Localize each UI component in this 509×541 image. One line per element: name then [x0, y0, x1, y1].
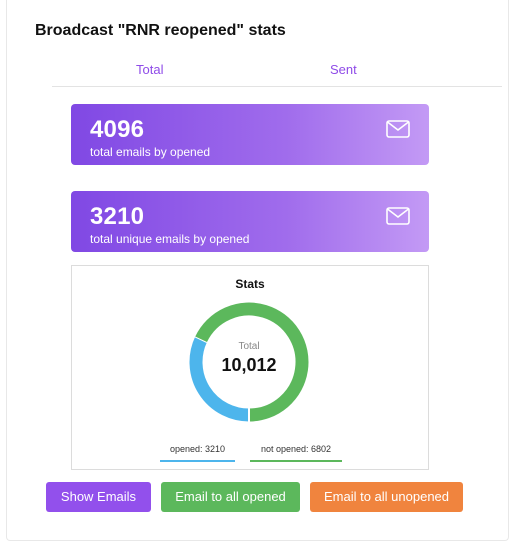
tab-bar: Total Sent: [52, 58, 502, 87]
legend-item-opened[interactable]: opened: 3210: [160, 444, 235, 462]
page-title: Broadcast "RNR reopened" stats: [35, 22, 286, 39]
legend-item-not-opened[interactable]: not opened: 6802: [250, 444, 342, 462]
mail-icon: [386, 120, 410, 138]
email-all-opened-button[interactable]: Email to all opened: [161, 482, 300, 512]
stat-label: total emails by opened: [90, 145, 211, 159]
stat-label: total unique emails by opened: [90, 232, 250, 246]
email-all-unopened-button[interactable]: Email to all unopened: [310, 482, 463, 512]
show-emails-button[interactable]: Show Emails: [46, 482, 151, 512]
stats-chart: Stats Total 10,012 opened: 3210 not open…: [71, 265, 429, 470]
mail-icon: [386, 207, 410, 225]
stat-card-total-opened[interactable]: 4096 total emails by opened: [71, 104, 429, 165]
stat-card-unique-opened[interactable]: 3210 total unique emails by opened: [71, 191, 429, 252]
tab-sent[interactable]: Sent: [330, 62, 357, 77]
stat-value: 3210: [90, 203, 145, 230]
stat-value: 4096: [90, 116, 145, 143]
tab-total[interactable]: Total: [136, 62, 163, 77]
chart-title: Stats: [235, 277, 265, 291]
donut-center-label: Total: [238, 341, 260, 352]
donut-center-value: 10,012: [221, 355, 277, 375]
